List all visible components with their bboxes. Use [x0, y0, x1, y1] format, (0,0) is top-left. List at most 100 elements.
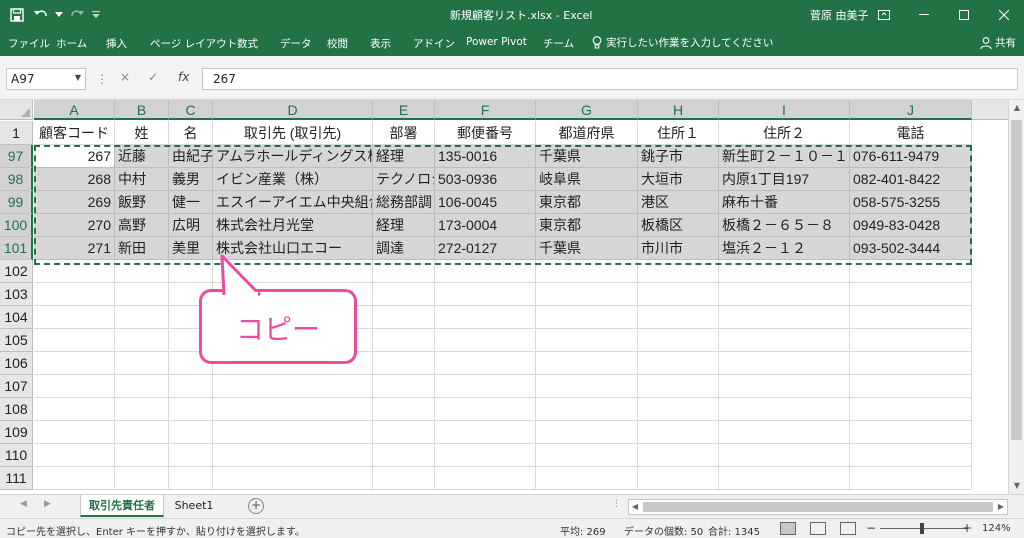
- ribbon-display-options-icon[interactable]: [864, 0, 904, 30]
- page-layout-view-icon[interactable]: [810, 522, 826, 535]
- table-cell[interactable]: エスイーアイエム中央組合: [213, 191, 373, 214]
- empty-cell[interactable]: [719, 283, 850, 306]
- row-header[interactable]: 104: [0, 306, 33, 329]
- empty-cell[interactable]: [213, 444, 373, 467]
- empty-cell[interactable]: [435, 467, 536, 490]
- customize-qat-icon[interactable]: [90, 5, 102, 25]
- empty-cell[interactable]: [115, 421, 169, 444]
- table-cell[interactable]: 板橋区: [638, 214, 719, 237]
- table-cell[interactable]: 268: [34, 168, 115, 191]
- empty-cell[interactable]: [115, 467, 169, 490]
- table-cell[interactable]: 千葉県: [536, 237, 638, 260]
- table-header-cell[interactable]: 姓: [115, 121, 169, 145]
- empty-cell[interactable]: [169, 444, 213, 467]
- table-header-cell[interactable]: 名: [169, 121, 213, 145]
- table-cell[interactable]: 058-575-3255: [850, 191, 972, 214]
- user-name[interactable]: 菅原 由美子: [810, 7, 869, 23]
- row-header[interactable]: 108: [0, 398, 33, 421]
- empty-cell[interactable]: [115, 329, 169, 352]
- zoom-slider[interactable]: [880, 528, 968, 529]
- tab-insert[interactable]: 挿入: [106, 36, 127, 51]
- empty-cell[interactable]: [719, 375, 850, 398]
- worksheet-grid[interactable]: A B C D E F G H I J 1 顧客コード姓名取引先 (取引先) 部署 郵便番号 都道府県 住所１…: [0, 100, 1008, 494]
- empty-cell[interactable]: [536, 375, 638, 398]
- empty-cell[interactable]: [373, 283, 435, 306]
- empty-cell[interactable]: [115, 306, 169, 329]
- table-cell[interactable]: 東京都: [536, 214, 638, 237]
- table-cell[interactable]: 健一: [169, 191, 213, 214]
- table-cell[interactable]: 調達: [373, 237, 435, 260]
- sheet-tab-contacts[interactable]: 取引先責任者: [80, 495, 164, 517]
- table-cell[interactable]: 0949-83-0428: [850, 214, 972, 237]
- table-cell[interactable]: 093-502-3444: [850, 237, 972, 260]
- empty-cell[interactable]: [435, 398, 536, 421]
- table-header-cell[interactable]: 顧客コード: [34, 121, 115, 145]
- table-header-cell[interactable]: 郵便番号: [435, 121, 536, 145]
- zoom-out-button[interactable]: −: [866, 521, 876, 535]
- normal-view-icon[interactable]: [780, 522, 796, 535]
- empty-cell[interactable]: [719, 329, 850, 352]
- column-header-f[interactable]: F: [435, 100, 536, 120]
- table-header-cell[interactable]: 部署: [373, 121, 435, 145]
- column-header-i[interactable]: I: [719, 100, 850, 120]
- table-cell[interactable]: 076-611-9479: [850, 145, 972, 168]
- empty-cell[interactable]: [373, 352, 435, 375]
- empty-cell[interactable]: [34, 283, 115, 306]
- table-cell[interactable]: 岐阜県: [536, 168, 638, 191]
- empty-cell[interactable]: [435, 375, 536, 398]
- zoom-level[interactable]: 124%: [982, 523, 1011, 534]
- row-header[interactable]: 107: [0, 375, 33, 398]
- table-cell[interactable]: 市川市: [638, 237, 719, 260]
- table-cell[interactable]: 株式会社月光堂: [213, 214, 373, 237]
- empty-cell[interactable]: [536, 329, 638, 352]
- row-header[interactable]: 111: [0, 467, 33, 490]
- column-header-h[interactable]: H: [638, 100, 719, 120]
- table-cell[interactable]: 塩浜２－１２: [719, 237, 850, 260]
- empty-cell[interactable]: [719, 306, 850, 329]
- scroll-right-icon[interactable]: ▶: [995, 500, 1007, 514]
- undo-icon[interactable]: [30, 5, 52, 25]
- empty-cell[interactable]: [115, 444, 169, 467]
- table-header-cell[interactable]: 電話: [850, 121, 972, 145]
- table-cell[interactable]: 272-0127: [435, 237, 536, 260]
- empty-cell[interactable]: [115, 260, 169, 283]
- empty-cell[interactable]: [638, 260, 719, 283]
- empty-cell[interactable]: [213, 421, 373, 444]
- empty-cell[interactable]: [536, 421, 638, 444]
- confirm-entry-button[interactable]: ✓: [148, 70, 158, 84]
- scroll-up-icon[interactable]: ▲: [1009, 100, 1024, 116]
- table-cell[interactable]: 135-0016: [435, 145, 536, 168]
- empty-cell[interactable]: [34, 329, 115, 352]
- empty-cell[interactable]: [638, 398, 719, 421]
- empty-cell[interactable]: [373, 398, 435, 421]
- active-cell[interactable]: 267: [34, 145, 115, 168]
- empty-cell[interactable]: [850, 444, 972, 467]
- tab-home[interactable]: ホーム: [56, 36, 87, 51]
- table-cell[interactable]: 173-0004: [435, 214, 536, 237]
- tab-data[interactable]: データ: [280, 36, 312, 51]
- row-header[interactable]: 1: [0, 121, 33, 145]
- tab-page-layout[interactable]: ページ レイアウト: [150, 36, 237, 51]
- name-box[interactable]: A97 ▼: [6, 68, 86, 90]
- empty-cell[interactable]: [435, 421, 536, 444]
- empty-cell[interactable]: [213, 375, 373, 398]
- empty-cell[interactable]: [169, 421, 213, 444]
- empty-cell[interactable]: [850, 398, 972, 421]
- vertical-scroll-thumb[interactable]: [1011, 120, 1022, 440]
- empty-cell[interactable]: [536, 306, 638, 329]
- zoom-slider-knob[interactable]: [920, 523, 924, 534]
- empty-cell[interactable]: [435, 283, 536, 306]
- table-cell[interactable]: 503-0936: [435, 168, 536, 191]
- empty-cell[interactable]: [719, 398, 850, 421]
- maximize-icon[interactable]: [944, 0, 984, 30]
- table-cell[interactable]: 飯野: [115, 191, 169, 214]
- next-sheet-icon[interactable]: ▶: [44, 499, 51, 509]
- table-cell[interactable]: 千葉県: [536, 145, 638, 168]
- table-cell[interactable]: アムラホールディングス株式会社: [213, 145, 373, 168]
- zoom-in-button[interactable]: +: [962, 521, 972, 535]
- table-cell[interactable]: 新生町２－１０－１: [719, 145, 850, 168]
- empty-cell[interactable]: [638, 375, 719, 398]
- empty-cell[interactable]: [435, 260, 536, 283]
- empty-cell[interactable]: [719, 260, 850, 283]
- table-cell[interactable]: 082-401-8422: [850, 168, 972, 191]
